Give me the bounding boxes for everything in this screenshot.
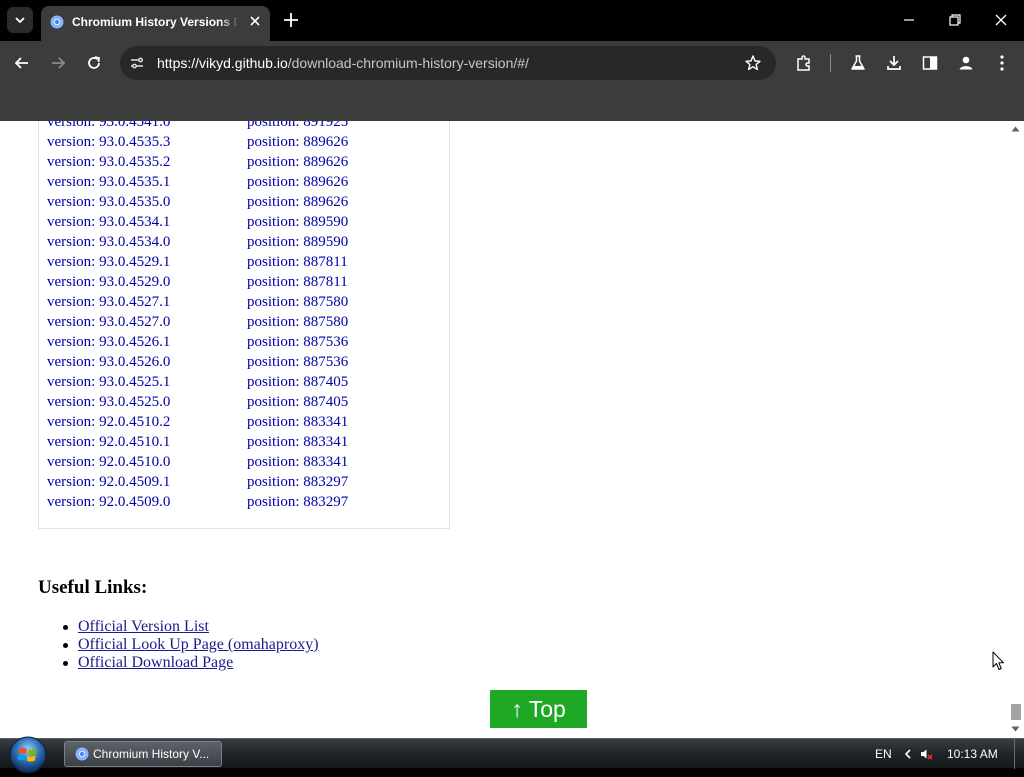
version-label: version: 93.0.4527.1 <box>47 294 171 310</box>
position-label: position: 883341 <box>247 414 349 430</box>
official-download-page-link[interactable]: Official Download Page <box>78 654 233 671</box>
profile-avatar-icon[interactable] <box>956 53 976 73</box>
reload-icon[interactable] <box>84 53 104 73</box>
browser-tab[interactable]: Chromium History Versions Download <box>41 6 270 41</box>
version-label: version: 92.0.4510.0 <box>47 454 171 470</box>
close-tab-icon[interactable] <box>247 13 263 29</box>
browser-toolbar: https://vikyd.github.io/download-chromiu… <box>0 41 1024 85</box>
bookmarks-bar <box>0 85 1024 121</box>
labs-flask-icon[interactable] <box>848 53 868 73</box>
version-label: version: 93.0.4527.0 <box>47 314 171 330</box>
position-label: position: 889626 <box>247 134 349 150</box>
download-icon[interactable] <box>884 53 904 73</box>
address-bar[interactable]: https://vikyd.github.io/download-chromiu… <box>120 46 776 80</box>
position-label: position: 889590 <box>247 214 349 230</box>
position-label: position: 889626 <box>247 194 349 210</box>
more-menu-icon[interactable] <box>992 53 1012 73</box>
useful-links-list: Official Version List Official Look Up P… <box>38 618 319 672</box>
version-label: version: 93.0.4541.0 <box>47 121 171 130</box>
version-label: version: 93.0.4529.0 <box>47 274 171 290</box>
toolbar-separator <box>830 54 831 72</box>
chevron-down-icon <box>15 17 25 24</box>
taskbar-chromium-button[interactable]: Chromium History V... <box>64 741 222 767</box>
version-label: version: 93.0.4535.1 <box>47 174 171 190</box>
position-label: position: 889626 <box>247 174 349 190</box>
version-label: version: 93.0.4529.1 <box>47 254 171 270</box>
position-label: position: 883297 <box>247 494 349 510</box>
taskbar-button-label: Chromium History V... <box>93 747 210 761</box>
position-label: position: 889626 <box>247 154 349 170</box>
position-label: position: 887580 <box>247 314 349 330</box>
scrollbar-thumb[interactable] <box>1011 704 1021 720</box>
close-window-icon[interactable] <box>991 10 1011 30</box>
back-arrow-icon[interactable] <box>12 53 32 73</box>
list-item: Official Download Page <box>38 654 319 672</box>
position-label: position: 887811 <box>247 274 348 290</box>
url-path: /download-chromium-history-version/#/ <box>287 55 529 71</box>
version-label: version: 92.0.4510.2 <box>47 414 171 430</box>
volume-muted-icon[interactable] <box>919 747 933 761</box>
new-tab-icon[interactable] <box>282 11 300 29</box>
version-label: version: 93.0.4525.0 <box>47 394 171 410</box>
windows-taskbar: Chromium History V... EN 10:13 AM <box>0 736 1024 774</box>
version-label: version: 92.0.4509.1 <box>47 474 171 490</box>
position-label: position: 887811 <box>247 254 348 270</box>
forward-arrow-icon[interactable] <box>48 53 68 73</box>
scroll-up-arrow-icon[interactable] <box>1011 125 1020 133</box>
page-viewport: version: 93.0.4541.0 position: 891925 ver… <box>0 121 1007 738</box>
version-label: version: 93.0.4534.0 <box>47 234 171 250</box>
bookmark-star-icon[interactable] <box>744 54 762 72</box>
back-to-top-button[interactable]: ↑ Top <box>490 690 587 728</box>
start-button-icon[interactable] <box>6 733 50 777</box>
position-label: position: 883341 <box>247 454 349 470</box>
position-label: position: 889590 <box>247 234 349 250</box>
show-desktop-button[interactable] <box>1014 739 1024 769</box>
language-indicator[interactable]: EN <box>875 746 892 762</box>
scroll-down-arrow-icon[interactable] <box>1011 725 1020 733</box>
position-label: position: 887405 <box>247 394 349 410</box>
extensions-icon[interactable] <box>794 53 814 73</box>
version-label: version: 93.0.4526.1 <box>47 334 171 350</box>
mouse-cursor-icon <box>992 651 1004 670</box>
useful-links-heading: Useful Links: <box>38 577 148 598</box>
position-label: position: 887536 <box>247 334 349 350</box>
version-label: version: 93.0.4535.2 <box>47 154 171 170</box>
url-text[interactable]: https://vikyd.github.io/download-chromiu… <box>157 54 529 72</box>
site-settings-icon[interactable] <box>128 54 146 72</box>
position-label: position: 887580 <box>247 294 349 310</box>
version-label: version: 93.0.4535.3 <box>47 134 171 150</box>
list-item: Official Version List <box>38 618 319 636</box>
version-label: version: 92.0.4510.1 <box>47 434 171 450</box>
chromium-favicon-icon <box>50 15 64 29</box>
official-version-list-link[interactable]: Official Version List <box>78 618 209 635</box>
side-panel-icon[interactable] <box>920 53 940 73</box>
chromium-app-icon <box>75 747 89 761</box>
position-label: position: 887536 <box>247 354 349 370</box>
url-host: https://vikyd.github.io <box>157 55 288 71</box>
minimize-icon[interactable] <box>899 10 919 30</box>
version-label: version: 93.0.4526.0 <box>47 354 171 370</box>
version-label: version: 92.0.4509.0 <box>47 494 171 510</box>
list-item: Official Look Up Page (omahaproxy) <box>38 636 319 654</box>
position-label: position: 883341 <box>247 434 349 450</box>
tab-title: Chromium History Versions Download <box>72 15 238 29</box>
tray-chevron-left-icon[interactable] <box>901 747 915 761</box>
taskbar-clock[interactable]: 10:13 AM <box>947 746 998 762</box>
position-label: position: 883297 <box>247 474 349 490</box>
version-label: version: 93.0.4525.1 <box>47 374 171 390</box>
official-lookup-page-link[interactable]: Official Look Up Page (omahaproxy) <box>78 636 319 653</box>
version-label: version: 93.0.4535.0 <box>47 194 171 210</box>
page-scrollbar[interactable] <box>1007 121 1024 738</box>
tab-search-button[interactable] <box>7 7 33 33</box>
position-label: position: 891925 <box>247 121 349 130</box>
versions-list: version: 93.0.4541.0 position: 891925 ver… <box>38 121 450 529</box>
tab-strip: Chromium History Versions Download <box>0 0 1024 41</box>
restore-icon[interactable] <box>945 10 965 30</box>
tab-title-fade <box>219 12 239 32</box>
position-label: position: 887405 <box>247 374 349 390</box>
version-label: version: 93.0.4534.1 <box>47 214 171 230</box>
